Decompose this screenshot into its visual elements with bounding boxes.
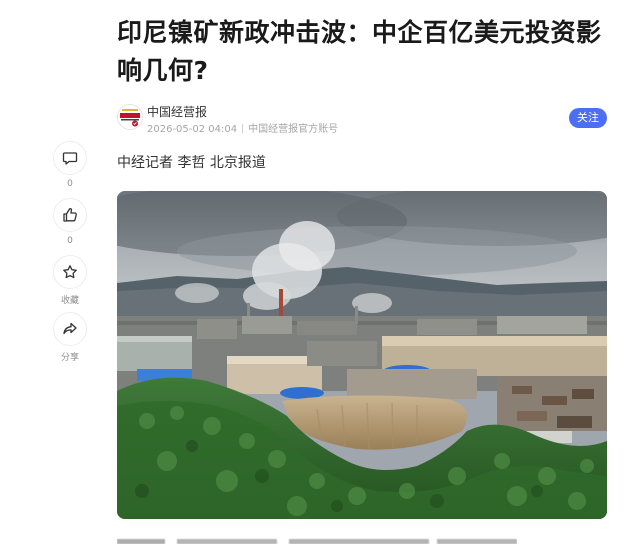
article-title: 印尼镍矿新政冲击波：中企百亿美元投资影 响几何?	[117, 14, 617, 90]
thumbs-up-icon	[63, 208, 77, 222]
industrial-park-photo	[117, 191, 607, 519]
like-count: 0	[67, 236, 73, 246]
favorite-label: 收藏	[60, 296, 79, 306]
avatar[interactable]	[117, 104, 143, 130]
article-title-line-2: 响几何?	[117, 56, 209, 85]
comment-button[interactable]	[53, 141, 87, 175]
newspaper-logo-icon	[118, 105, 142, 129]
star-icon	[63, 265, 77, 279]
comment-count: 0	[67, 179, 73, 189]
publish-timestamp: 2026-05-02 04:04	[147, 124, 238, 135]
share-action[interactable]: 分享	[52, 312, 88, 363]
article-byline: 中经记者 李哲 北京报道	[117, 155, 266, 171]
article-photo[interactable]	[117, 191, 607, 519]
article-title-line-1: 印尼镍矿新政冲击波：中企百亿美元投资影	[117, 18, 602, 47]
share-label: 分享	[60, 353, 79, 363]
follow-button[interactable]: 关注	[569, 108, 607, 128]
comment-icon	[62, 152, 78, 165]
comment-action[interactable]: 0	[52, 141, 88, 189]
like-button[interactable]	[53, 198, 87, 232]
favorite-action[interactable]: 收藏	[52, 255, 88, 306]
publish-info: 2026-05-02 04:04 中国经营报官方账号	[147, 120, 338, 135]
favorite-button[interactable]	[53, 255, 87, 289]
divider	[242, 124, 244, 133]
author-meta: 中国经营报 2026-05-02 04:04 中国经营报官方账号 关注	[117, 102, 607, 136]
account-type: 中国经营报官方账号	[248, 124, 339, 135]
author-name[interactable]: 中国经营报	[147, 103, 207, 120]
share-button[interactable]	[53, 312, 87, 346]
share-icon	[63, 322, 77, 335]
like-action[interactable]: 0	[52, 198, 88, 246]
